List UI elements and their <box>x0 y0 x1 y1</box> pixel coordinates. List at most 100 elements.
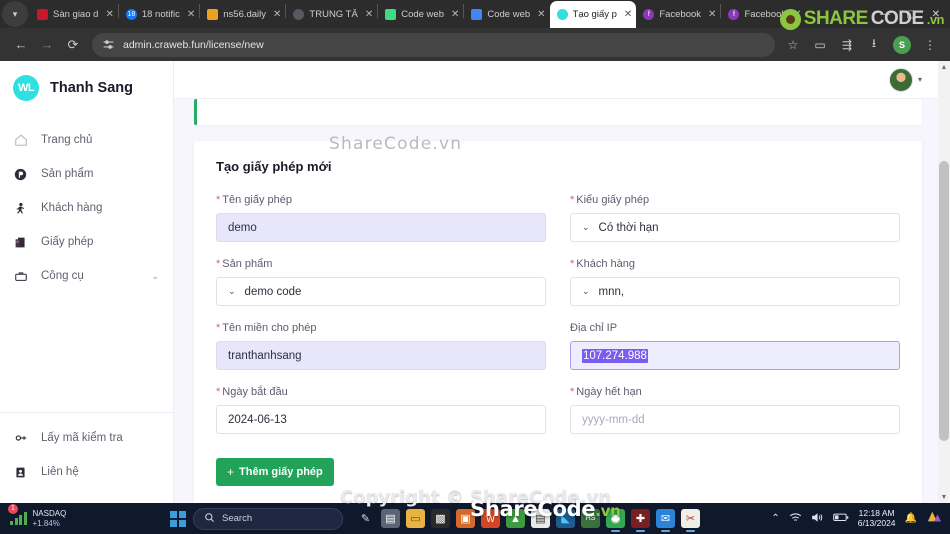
widget-text: NASDAQ +1.84% <box>33 509 67 527</box>
tab-close-icon[interactable]: ✕ <box>105 9 113 20</box>
license-name-input[interactable]: demo <box>216 213 546 242</box>
sidebar-item-lay-ma-kiem-tra[interactable]: Lấy mã kiểm tra <box>0 421 173 455</box>
taskbar-widget[interactable]: 1 NASDAQ +1.84% <box>0 504 170 528</box>
home-icon <box>13 133 28 147</box>
kebab-menu-icon[interactable]: ⋮ <box>918 33 942 57</box>
select-value: demo code <box>244 285 302 298</box>
product-select[interactable]: ⌄ demo code <box>216 277 546 306</box>
reload-icon[interactable]: ⟳ <box>60 32 86 58</box>
browser-tab[interactable]: TRUNG TÂ ✕ <box>286 1 377 28</box>
scroll-up-arrow-icon[interactable]: ▲ <box>938 61 950 73</box>
browser-tab[interactable]: Code web ✕ <box>378 1 463 28</box>
battery-icon[interactable] <box>832 513 849 525</box>
forward-icon[interactable]: → <box>34 32 60 58</box>
scroll-down-arrow-icon[interactable]: ▼ <box>938 491 950 503</box>
tab-search-icon[interactable]: ▾ <box>2 1 28 27</box>
download-icon[interactable]: ⭳ <box>862 33 886 57</box>
browser-tab[interactable]: ns56.daily ✕ <box>200 1 285 28</box>
chevron-down-icon: ⌄ <box>228 286 236 296</box>
app-red-icon[interactable]: ✚ <box>631 509 650 532</box>
address-bar[interactable]: admin.craweb.fun/license/new <box>92 32 775 57</box>
photos-icon[interactable]: ▩ <box>431 509 450 528</box>
tab-close-icon[interactable]: ✕ <box>624 9 632 20</box>
tab-title: 18 notific <box>141 9 180 20</box>
tab-close-icon[interactable]: ✕ <box>365 9 373 20</box>
colorful-widget-icon[interactable] <box>926 510 942 527</box>
customer-icon <box>13 202 28 215</box>
chevron-up-icon[interactable]: ⌃ <box>771 513 779 524</box>
taskbar-search-box[interactable]: Search <box>193 507 343 530</box>
sidebar-item-label: Trang chủ <box>41 134 93 146</box>
page-scrollbar[interactable]: ▲ ▼ <box>938 61 950 503</box>
field-dia-chi-ip: Địa chỉ IP 107.274.988 <box>570 322 900 370</box>
input-value-selected: 107.274.988 <box>582 348 648 363</box>
back-icon[interactable]: ← <box>8 32 34 58</box>
sidebar-item-lien-he[interactable]: Liên hệ <box>0 455 173 489</box>
sharecode-watermark-logo: SHARE CODE .vn <box>779 8 945 30</box>
side-panel-icon[interactable]: ▭ <box>808 33 832 57</box>
start-date-input[interactable]: 2024-06-13 <box>216 405 546 434</box>
sidebar-item-cong-cu[interactable]: Công cụ ⌄ <box>0 259 173 293</box>
watermark-vn-text: .vn <box>926 11 945 27</box>
wifi-icon[interactable] <box>789 512 802 526</box>
tab-favicon <box>385 9 397 20</box>
sidebar-item-trang-chu[interactable]: Trang chủ <box>0 123 173 157</box>
field-san-pham: * Sản phẩm ⌄ demo code <box>216 258 546 306</box>
browser-tab[interactable]: 18 18 notific ✕ <box>119 1 199 28</box>
watermark-main-text: ShareCode <box>470 497 596 521</box>
sharecode-watermark-form: ShareCode.vn <box>329 134 463 154</box>
tab-close-icon[interactable]: ✕ <box>451 9 459 20</box>
browser-tab-active[interactable]: Tạo giấy p ✕ <box>549 1 637 28</box>
tab-close-icon[interactable]: ✕ <box>273 9 281 20</box>
tab-favicon <box>556 9 568 20</box>
stock-chart-icon: 1 <box>8 504 27 525</box>
avatar[interactable] <box>888 67 913 92</box>
page-content: ▾ ShareCode.vn Tạo giấy phép mới * Tên gi… <box>174 61 950 503</box>
taskbar-clock[interactable]: 12:18 AM 6/13/2024 <box>858 508 896 529</box>
mail-icon[interactable]: ✉ <box>656 509 675 532</box>
domain-input[interactable]: tranthanhsang <box>216 341 546 370</box>
browser-tab[interactable]: f Facebook ✕ <box>636 1 720 28</box>
tab-close-icon[interactable]: ✕ <box>708 9 716 20</box>
ip-address-input[interactable]: 107.274.988 <box>570 341 900 370</box>
folder-icon[interactable]: ▭ <box>406 509 425 528</box>
tab-title: Code web <box>401 9 444 20</box>
scrollbar-thumb[interactable] <box>939 161 949 441</box>
windows-start-icon[interactable] <box>170 510 186 527</box>
chevron-down-icon[interactable]: ▾ <box>918 75 922 84</box>
form-row: * Sản phẩm ⌄ demo code * Khách hàng ⌄ mnn, <box>216 258 900 306</box>
sidebar-item-label: Khách hàng <box>41 202 103 214</box>
customer-select[interactable]: ⌄ mnn, <box>570 277 900 306</box>
toolbox-icon <box>13 269 28 283</box>
sidebar-item-khach-hang[interactable]: Khách hàng <box>0 191 173 225</box>
add-license-button[interactable]: + Thêm giấy phép <box>216 458 334 486</box>
chevron-down-icon: ⌄ <box>582 222 590 232</box>
search-icon <box>204 512 215 526</box>
plus-icon: + <box>227 465 235 479</box>
taskbar-system-tray: ⌃ 12:18 AM 6/13/2024 🔔 <box>771 508 942 529</box>
tab-close-icon[interactable]: ✕ <box>187 9 195 20</box>
tab-title: Code web <box>487 9 531 20</box>
sidebar-item-giay-phep[interactable]: Giấy phép <box>0 225 173 259</box>
chevron-down-icon[interactable]: ⌄ <box>151 271 159 282</box>
license-type-select[interactable]: ⌄ Có thời hạn <box>570 213 900 242</box>
site-settings-icon[interactable] <box>102 38 115 51</box>
browser-tab[interactable]: Code web ✕ <box>464 1 549 28</box>
field-label: * Kiểu giấy phép <box>570 194 900 206</box>
tab-close-icon[interactable]: ✕ <box>537 9 545 20</box>
profile-avatar-button[interactable]: S <box>893 35 911 54</box>
reading-list-icon[interactable]: ⇶ <box>835 33 859 57</box>
notification-bell-icon[interactable]: 🔔 <box>905 513 917 524</box>
sidebar-item-san-pham[interactable]: Sản phẩm <box>0 157 173 191</box>
volume-icon[interactable] <box>811 512 824 526</box>
star-icon[interactable]: ☆ <box>781 33 805 57</box>
snipping-tool-icon[interactable]: ✂ <box>681 509 700 532</box>
copilot-icon[interactable]: ✎ <box>356 509 375 528</box>
expiry-date-input[interactable]: yyyy-mm-dd <box>570 405 900 434</box>
sidebar-item-label: Công cụ <box>41 270 84 282</box>
browser-tab[interactable]: Sàn giao d ✕ <box>30 1 118 28</box>
field-ngay-het-han: * Ngày hết hạn yyyy-mm-dd <box>570 386 900 434</box>
file-explorer-icon[interactable]: ▤ <box>381 509 400 528</box>
select-value: mnn, <box>598 285 625 298</box>
field-label: Địa chỉ IP <box>570 322 900 334</box>
